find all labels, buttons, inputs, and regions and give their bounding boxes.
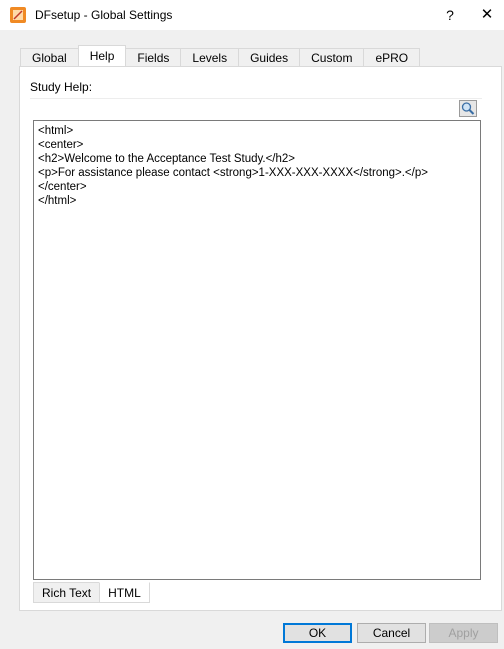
tab-epro[interactable]: ePRO [363, 48, 421, 66]
help-button[interactable]: ? [440, 6, 460, 24]
tab-custom[interactable]: Custom [299, 48, 365, 66]
tab-guides[interactable]: Guides [238, 48, 301, 66]
study-help-label: Study Help: [30, 80, 93, 94]
html-editor[interactable]: <html> <center> <h2>Welcome to the Accep… [33, 120, 481, 580]
editor-line: </html> [38, 195, 77, 207]
editor-toolbar [30, 98, 482, 119]
tab-fields[interactable]: Fields [125, 48, 182, 66]
close-button[interactable]: ✕ [477, 6, 497, 24]
editor-line: <p>For assistance please contact <strong… [38, 167, 428, 179]
tab-levels[interactable]: Levels [180, 48, 240, 66]
editor-mode-tabs: Rich Text HTML [33, 582, 150, 603]
tab-rich-text[interactable]: Rich Text [33, 582, 101, 603]
editor-line: </center> [38, 181, 87, 193]
editor-line: <h2>Welcome to the Acceptance Test Study… [38, 153, 296, 165]
ok-button[interactable]: OK [283, 623, 352, 643]
tab-help[interactable]: Help [77, 45, 127, 66]
magnifier-icon [461, 102, 475, 115]
editor-line: <center> [38, 139, 84, 151]
app-icon [10, 7, 26, 23]
window-title: DFsetup - Global Settings [35, 8, 173, 22]
title-bar: DFsetup - Global Settings ? ✕ [0, 0, 504, 30]
editor-line: <html> [38, 125, 74, 137]
tab-global[interactable]: Global [20, 48, 79, 66]
apply-button[interactable]: Apply [429, 623, 498, 643]
tab-html[interactable]: HTML [99, 582, 150, 603]
zoom-button[interactable] [459, 100, 477, 117]
cancel-button[interactable]: Cancel [357, 623, 426, 643]
settings-tabs: Global Help Fields Levels Guides Custom … [20, 45, 421, 67]
